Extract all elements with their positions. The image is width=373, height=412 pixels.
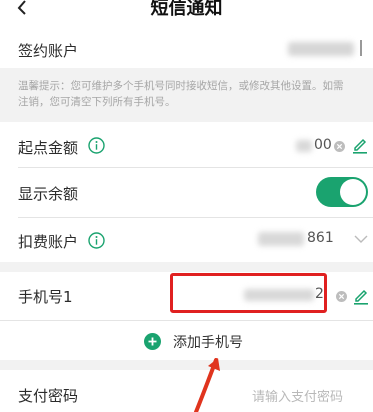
start-amount-label: 起点金额 xyxy=(18,139,79,157)
edit-icon[interactable] xyxy=(353,287,369,305)
page-title: 短信通知 xyxy=(150,0,223,19)
show-balance-label: 显示余额 xyxy=(18,185,79,203)
divider xyxy=(18,217,373,218)
account-label: 签约账户 xyxy=(18,42,79,60)
account-value-masked xyxy=(288,42,354,56)
header-bar: 短信通知 xyxy=(0,0,373,30)
tip-text: 温馨提示：您可维护多个手机号同时接收短信，或修改其他设置。如需 注销，您可清空下… xyxy=(18,78,368,110)
add-phone-button[interactable]: 添加手机号 xyxy=(144,330,254,354)
phone-label: 手机号1 xyxy=(18,288,73,306)
settings-block: 起点金额 00 显示余额 扣费账户 861 xyxy=(0,122,373,262)
pay-password-label: 支付密码 xyxy=(18,387,79,405)
clear-icon[interactable] xyxy=(334,141,345,152)
info-icon[interactable] xyxy=(88,137,105,154)
highlight-box xyxy=(170,273,327,313)
fee-account-label: 扣费账户 xyxy=(18,233,79,251)
fee-account-value: 861 xyxy=(307,230,334,246)
toggle-knob xyxy=(340,179,366,205)
add-phone-label: 添加手机号 xyxy=(173,335,243,351)
info-icon[interactable] xyxy=(88,232,105,249)
divider xyxy=(0,320,373,321)
show-balance-toggle[interactable] xyxy=(316,177,368,207)
edit-icon[interactable] xyxy=(352,136,368,154)
tip-line-1: 温馨提示：您可维护多个手机号同时接收短信，或修改其他设置。如需 xyxy=(18,80,344,92)
account-value-edge xyxy=(360,40,362,56)
divider xyxy=(18,167,373,168)
chevron-down-icon[interactable] xyxy=(354,235,368,244)
fee-account-masked xyxy=(258,232,304,246)
account-row[interactable]: 签约账户 xyxy=(0,30,373,68)
add-circle-icon xyxy=(144,333,161,350)
start-amount-value: 00 xyxy=(314,137,332,153)
clear-icon[interactable] xyxy=(336,291,347,302)
arrow-annotation xyxy=(194,358,220,412)
tip-line-2: 注销，您可清空下列所有手机号。 xyxy=(18,96,176,108)
start-amount-masked xyxy=(296,140,312,152)
pay-password-input[interactable]: 请输入支付密码 xyxy=(252,386,343,405)
